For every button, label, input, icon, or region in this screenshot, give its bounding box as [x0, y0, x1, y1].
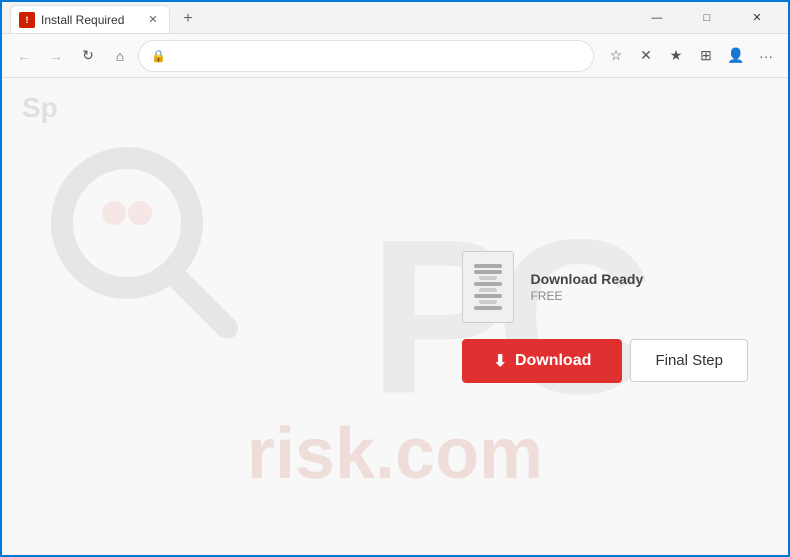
favorites-icon[interactable]: ☆ — [602, 42, 630, 70]
installer-bar-3 — [479, 276, 497, 280]
free-label: FREE — [530, 289, 643, 303]
lock-icon: 🔒 — [151, 49, 166, 63]
back-button[interactable]: ← — [10, 42, 38, 70]
toolbar-right: ☆ ✕ ★ ⊞ 👤 ··· — [602, 42, 780, 70]
refresh-button[interactable]: ↻ — [74, 42, 102, 70]
download-button-label: Download — [515, 352, 591, 370]
active-tab[interactable]: ! Install Required ✕ — [10, 5, 170, 33]
forward-button[interactable]: → — [42, 42, 70, 70]
new-tab-button[interactable]: + — [174, 5, 202, 33]
browser-window: ! Install Required ✕ + — □ ✕ — [0, 0, 790, 557]
address-bar: ← → ↻ ⌂ 🔒 ☆ ✕ ★ ⊞ 👤 ··· — [2, 34, 788, 78]
final-step-button[interactable]: Final Step — [630, 339, 748, 382]
final-step-label: Final Step — [655, 352, 723, 369]
tab-bar: ! Install Required ✕ + — [10, 2, 634, 33]
stop-button[interactable]: ✕ — [632, 42, 660, 70]
maximize-button[interactable]: □ — [684, 2, 730, 34]
menu-icon[interactable]: ··· — [752, 42, 780, 70]
download-info: Download Ready FREE — [530, 271, 643, 303]
close-button[interactable]: ✕ — [734, 2, 780, 34]
tab-close-button[interactable]: ✕ — [145, 12, 161, 28]
profile-icon[interactable]: 👤 — [722, 42, 750, 70]
installer-icon — [462, 251, 514, 323]
collections-icon[interactable]: ⊞ — [692, 42, 720, 70]
download-ready-label: Download Ready — [530, 271, 643, 287]
address-input[interactable]: 🔒 — [138, 40, 594, 72]
installer-bar-2 — [474, 270, 502, 274]
page-content: Sp PC risk.com — [2, 78, 788, 555]
content-panel: Download Ready FREE ⬇ Download Final Ste… — [462, 251, 748, 383]
title-bar: ! Install Required ✕ + — □ ✕ — [2, 2, 788, 34]
download-ready-row: Download Ready FREE — [462, 251, 643, 323]
installer-bar-1 — [474, 264, 502, 268]
installer-bar-6 — [474, 294, 502, 298]
window-controls: — □ ✕ — [634, 2, 780, 34]
installer-bar-7 — [479, 300, 497, 304]
favorites-star-icon[interactable]: ★ — [662, 42, 690, 70]
installer-bar-8 — [474, 306, 502, 310]
installer-bar-4 — [474, 282, 502, 286]
download-button[interactable]: ⬇ Download — [462, 339, 622, 383]
home-button[interactable]: ⌂ — [106, 42, 134, 70]
buttons-row: ⬇ Download Final Step — [462, 339, 748, 383]
minimize-button[interactable]: — — [634, 2, 680, 34]
main-ui: Download Ready FREE ⬇ Download Final Ste… — [2, 78, 788, 555]
download-arrow-icon: ⬇ — [494, 351, 507, 371]
tab-favicon: ! — [19, 12, 35, 28]
tab-label: Install Required — [41, 13, 124, 27]
installer-bar-5 — [479, 288, 497, 292]
